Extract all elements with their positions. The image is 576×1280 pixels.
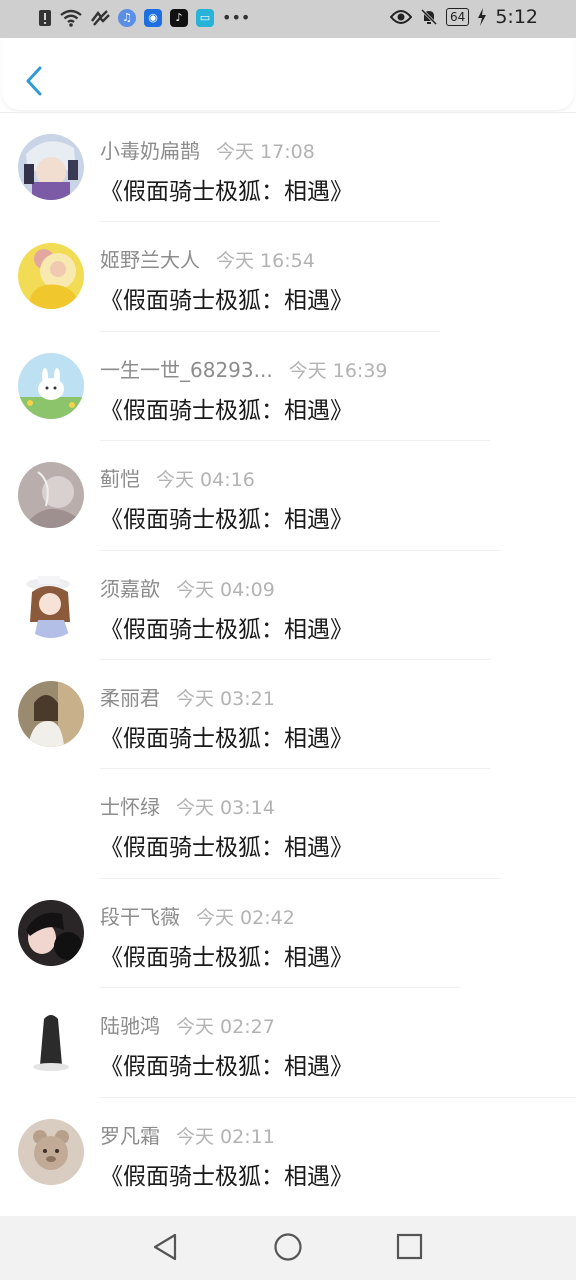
sender-name[interactable]: 柔丽君: [100, 682, 160, 711]
blank-avatar[interactable]: [18, 790, 84, 857]
name-line: 柔丽君 今天 03:21: [100, 682, 275, 711]
message-time: 今天 03:14: [176, 797, 275, 820]
sender-name[interactable]: 须嘉歆: [100, 573, 160, 602]
name-line: 须嘉歆 今天 04:09: [100, 573, 275, 602]
name-line: 蓟恺 今天 04:16: [100, 463, 255, 492]
message-time: 今天 16:39: [288, 359, 388, 382]
message-text: 《假面骑士极狐：相遇》: [100, 835, 353, 862]
wifi-icon: [60, 9, 82, 27]
status-icons-left: ♫ ◉ ♪ ▭ •••: [38, 8, 250, 27]
message-text: 《假面骑士极狐：相遇》: [100, 288, 353, 315]
message-text: 《假面骑士极狐：相遇》: [100, 616, 353, 643]
girl-photo-avatar[interactable]: [18, 680, 84, 747]
sender-name[interactable]: 士怀绿: [100, 791, 160, 820]
message-time: 今天 02:42: [196, 906, 295, 929]
top-header: [2, 38, 574, 110]
message-text: 《假面骑士极狐：相遇》: [100, 179, 353, 205]
list-item[interactable]: 须嘉歆 今天 04:09 《假面骑士极狐：相遇》: [0, 551, 576, 660]
list-item[interactable]: 姬野兰大人 今天 16:54 《假面骑士极狐：相遇》: [0, 222, 576, 332]
list-item[interactable]: 一生一世_68293... 今天 16:39 《假面骑士极狐：相遇》: [0, 332, 576, 442]
message-text: 《假面骑士极狐：相遇》: [100, 944, 353, 971]
anime-boy-avatar[interactable]: [18, 134, 84, 200]
sender-name[interactable]: 段干飞薇: [100, 901, 180, 930]
name-line: 姬野兰大人 今天 16:54: [100, 244, 315, 273]
system-nav-bar: [0, 1216, 576, 1280]
list-item[interactable]: 小毒奶扁鹊 今天 17:08 《假面骑士极狐：相遇》: [0, 113, 576, 223]
status-bar: ♫ ◉ ♪ ▭ ••• 64 5:12: [0, 0, 576, 38]
mute-bell-icon: [420, 8, 438, 26]
gray-photo-avatar[interactable]: [18, 462, 84, 529]
message-list: 小毒奶扁鹊 今天 17:08 《假面骑士极狐：相遇》 姬野兰大人 今天 16:5…: [0, 113, 576, 1207]
list-item[interactable]: 士怀绿 今天 03:14 《假面骑士极狐：相遇》: [0, 769, 576, 879]
message-time: 今天 03:21: [176, 687, 275, 710]
sender-name[interactable]: 陆驰鸿: [100, 1010, 160, 1039]
status-icons-right: 64 5:12: [390, 6, 538, 28]
teddy-bear-avatar[interactable]: [18, 1118, 84, 1185]
sender-name[interactable]: 罗凡霜: [100, 1120, 160, 1149]
tiktok-app-icon: ♪: [170, 8, 188, 27]
charging-icon: [478, 8, 487, 26]
nav-home-button[interactable]: [271, 1230, 305, 1264]
message-time: 今天 02:27: [176, 1016, 275, 1039]
music-app-icon: ♫: [118, 8, 136, 27]
message-time: 今天 17:08: [216, 141, 315, 163]
list-item[interactable]: 段干飞薇 今天 02:42 《假面骑士极狐：相遇》: [0, 879, 576, 989]
message-text: 《假面骑士极狐：相遇》: [100, 507, 353, 534]
name-line: 小毒奶扁鹊 今天 17:08: [100, 135, 315, 164]
reader-app-icon: ▭: [196, 8, 214, 27]
message-text: 《假面骑士极狐：相遇》: [100, 1163, 353, 1190]
alert-icon: [39, 9, 51, 26]
rabbit-avatar[interactable]: [18, 352, 84, 419]
more-dots-icon: •••: [222, 8, 251, 27]
list-item[interactable]: 陆驰鸿 今天 02:27 《假面骑士极狐：相遇》: [0, 988, 576, 1098]
message-time: 今天 04:16: [156, 469, 255, 492]
message-text: 《假面骑士极狐：相遇》: [100, 397, 353, 424]
message-text: 《假面骑士极狐：相遇》: [100, 1054, 353, 1081]
list-item[interactable]: 柔丽君 今天 03:21 《假面骑士极狐：相遇》: [0, 660, 576, 770]
bulb-app-icon: ◉: [144, 8, 162, 27]
sender-name[interactable]: 蓟恺: [100, 463, 140, 492]
chevron-left-icon: [26, 66, 42, 96]
princess-avatar[interactable]: [18, 243, 84, 310]
message-time: 今天 02:11: [176, 1125, 275, 1148]
name-line: 陆驰鸿 今天 02:27: [100, 1010, 275, 1039]
nav-back-icon: [153, 1233, 177, 1261]
nav-recents-button[interactable]: [393, 1230, 427, 1264]
eye-icon: [390, 10, 413, 24]
message-time: 今天 16:54: [216, 250, 315, 273]
name-line: 士怀绿 今天 03:14: [100, 791, 275, 820]
message-text: 《假面骑士极狐：相遇》: [100, 725, 353, 752]
sender-name[interactable]: 姬野兰大人: [100, 244, 200, 273]
anime-girl-hat-avatar[interactable]: [18, 571, 84, 638]
signal-icon: [91, 9, 110, 26]
dark-portrait-avatar[interactable]: [18, 899, 84, 966]
battery-icon: 64: [446, 8, 470, 26]
back-button[interactable]: [20, 64, 50, 98]
name-line: 罗凡霜 今天 02:11: [100, 1120, 275, 1149]
nav-recents-icon: [396, 1233, 423, 1260]
name-line: 段干飞薇 今天 02:42: [100, 901, 295, 930]
message-time: 今天 04:09: [176, 578, 275, 601]
name-line: 一生一世_68293... 今天 16:39: [100, 354, 388, 383]
sender-name[interactable]: 一生一世_68293...: [100, 354, 273, 383]
status-time: 5:12: [495, 6, 538, 28]
nav-back-button[interactable]: [148, 1230, 182, 1264]
nav-home-icon: [274, 1233, 302, 1261]
list-item[interactable]: 罗凡霜 今天 02:11 《假面骑士极狐：相遇》: [0, 1098, 576, 1207]
silhouette-avatar[interactable]: [18, 1009, 84, 1076]
sender-name[interactable]: 小毒奶扁鹊: [100, 135, 200, 164]
list-item[interactable]: 蓟恺 今天 04:16 《假面骑士极狐：相遇》: [0, 441, 576, 551]
